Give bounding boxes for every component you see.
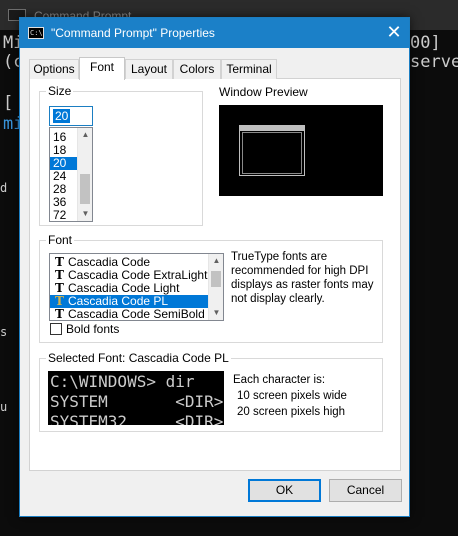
font-option-label: Cascadia Code ExtraLight — [68, 268, 208, 282]
font-scrollbar[interactable]: ▲ ▼ — [208, 254, 223, 320]
size-scrollbar[interactable]: ▲ ▼ — [77, 128, 92, 221]
dialog-title: "Command Prompt" Properties — [51, 26, 215, 40]
console-line: d — [0, 181, 8, 195]
truetype-note: TrueType fonts are recommended for high … — [231, 251, 374, 305]
font-option[interactable]: T Cascadia Code SemiBold — [50, 308, 209, 321]
window-preview — [219, 105, 383, 196]
tab-options[interactable]: Options — [29, 59, 79, 79]
char-width: 10 screen pixels wide — [237, 390, 347, 402]
preview-window-outline — [239, 125, 305, 176]
font-option-label: Cascadia Code Light — [68, 281, 180, 295]
font-sample-preview: C:\WINDOWS> dir SYSTEM <DIR> SYSTEM32 <D… — [48, 371, 224, 425]
ok-button[interactable]: OK — [248, 479, 321, 502]
char-info-title: Each character is: — [233, 374, 326, 386]
size-input[interactable]: 20 — [49, 106, 93, 126]
scroll-thumb[interactable] — [211, 271, 221, 287]
size-list[interactable]: 16 18 20 24 28 36 72 ▲ ▼ — [49, 127, 93, 222]
preview-window-client — [242, 132, 302, 174]
console-line: 00] — [410, 33, 441, 53]
scroll-up-icon[interactable]: ▲ — [209, 254, 223, 268]
sample-line: C:\WINDOWS> dir — [50, 372, 195, 391]
console-line: served — [410, 52, 458, 72]
console-line: s — [0, 325, 8, 339]
tab-terminal[interactable]: Terminal — [221, 59, 277, 79]
font-option-label: Cascadia Code — [68, 255, 151, 269]
console-line: [ — [3, 93, 14, 113]
font-option-label: Cascadia Code SemiBold — [68, 307, 205, 321]
selected-font-label: Selected Font: Cascadia Code PL — [46, 351, 231, 365]
scroll-down-icon[interactable]: ▼ — [209, 306, 223, 320]
cancel-button[interactable]: Cancel — [329, 479, 402, 502]
font-option-label: Cascadia Code PL — [68, 294, 169, 308]
close-icon[interactable]: ✕ — [379, 18, 409, 48]
sample-line: SYSTEM <DIR> — [50, 392, 224, 411]
dialog-titlebar[interactable]: C:\ "Command Prompt" Properties ✕ — [20, 18, 409, 48]
char-height: 20 screen pixels high — [237, 406, 346, 418]
scroll-up-icon[interactable]: ▲ — [78, 128, 92, 142]
bold-fonts-label[interactable]: Bold fonts — [66, 322, 119, 336]
properties-dialog: C:\ "Command Prompt" Properties ✕ Option… — [19, 17, 410, 517]
truetype-icon: T — [55, 307, 64, 321]
size-option[interactable]: 72 — [50, 209, 77, 222]
console-line: u — [0, 400, 8, 414]
preview-window-titlebar — [240, 126, 304, 131]
cmd-icon: C:\ — [28, 27, 44, 39]
size-input-value: 20 — [53, 109, 71, 123]
char-info: Each character is: 10 screen pixels wide… — [233, 372, 347, 420]
scroll-thumb[interactable] — [80, 174, 90, 204]
window-preview-label: Window Preview — [219, 85, 308, 99]
tab-layout[interactable]: Layout — [125, 59, 173, 79]
size-label: Size — [46, 84, 74, 98]
sample-line: SYSTEM32 <DIR> — [50, 412, 224, 425]
tab-font[interactable]: Font — [79, 57, 125, 80]
scroll-down-icon[interactable]: ▼ — [78, 207, 92, 221]
tab-colors[interactable]: Colors — [173, 59, 221, 79]
font-label: Font — [46, 233, 75, 247]
font-list[interactable]: T Cascadia Code T Cascadia Code ExtraLight… — [49, 253, 224, 321]
bold-fonts-checkbox[interactable] — [50, 323, 62, 335]
